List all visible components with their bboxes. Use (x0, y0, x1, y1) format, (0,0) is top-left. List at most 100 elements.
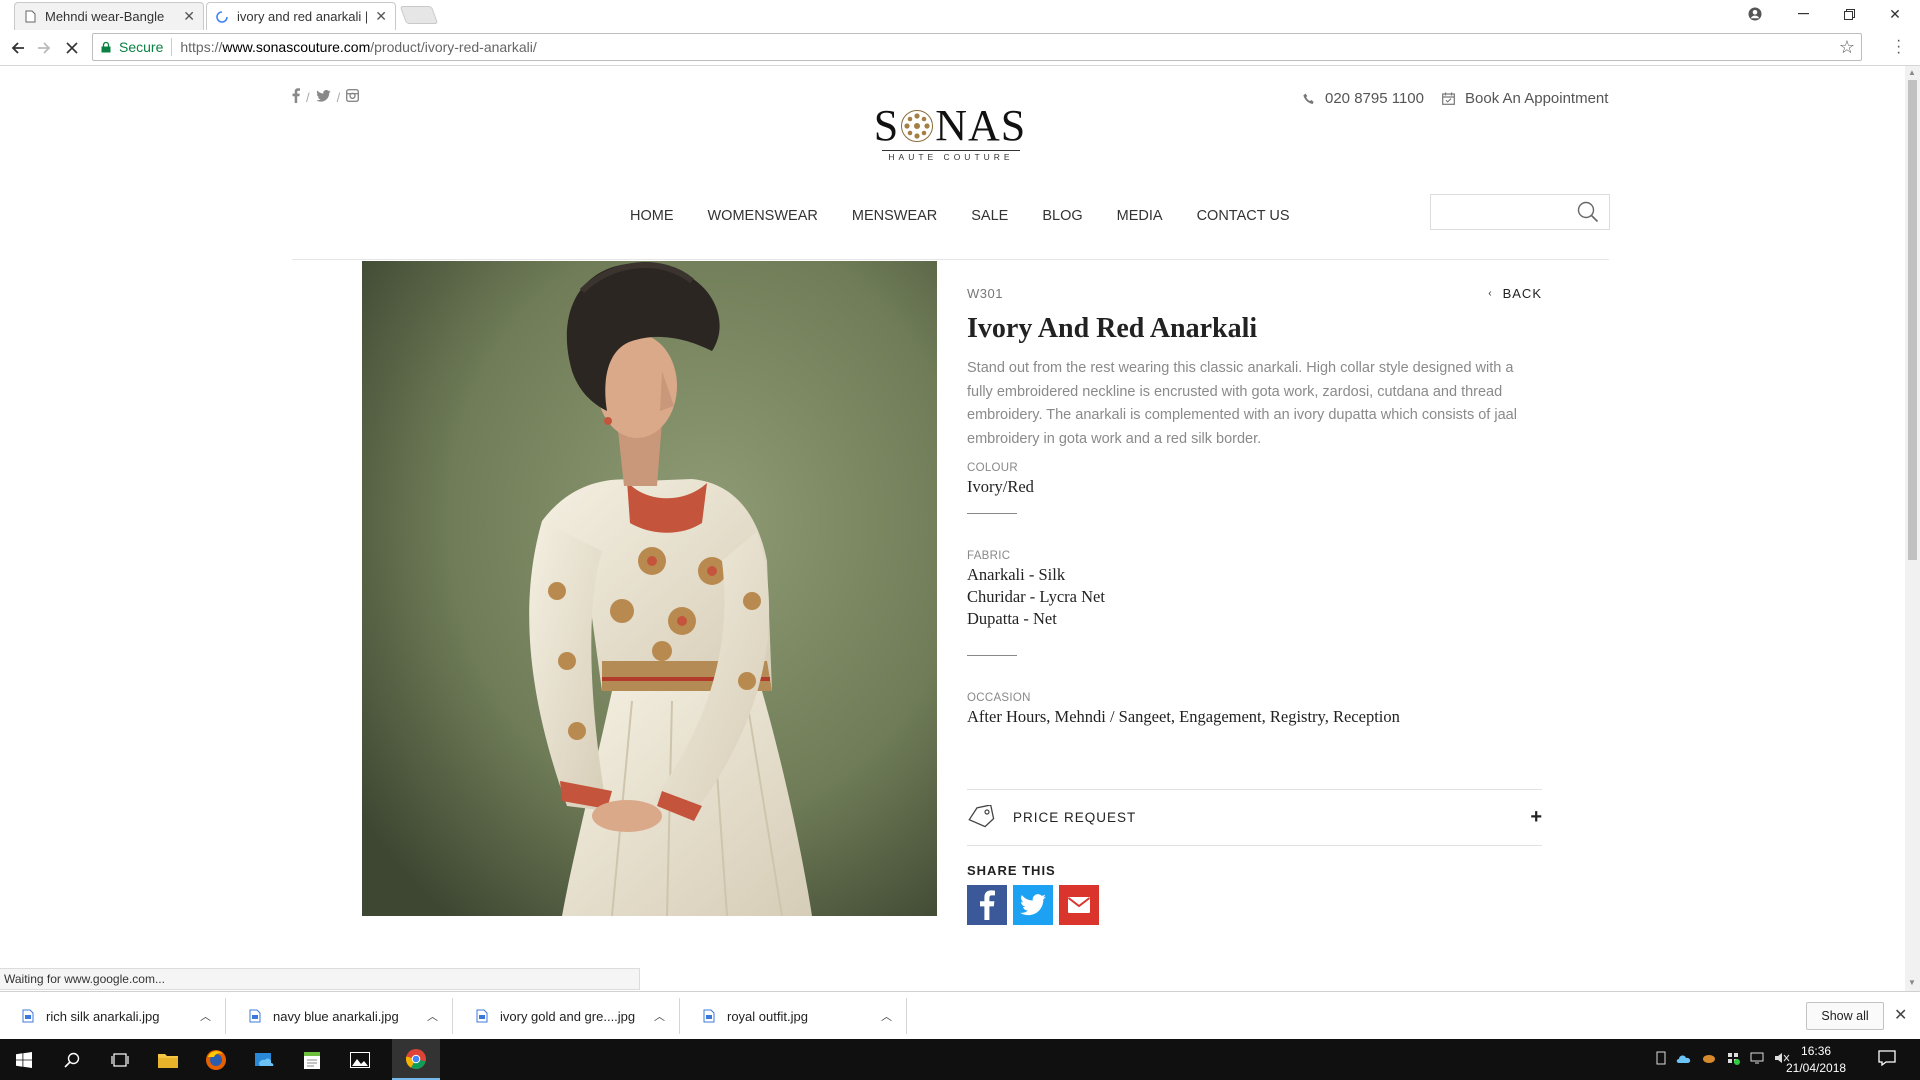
web-page: / / 020 8795 1100 Book An Appointment S (0, 66, 1905, 991)
phone-icon (1303, 93, 1314, 104)
share-twitter-button[interactable] (1013, 885, 1053, 925)
browser-menu-icon[interactable]: · · · (1896, 33, 1901, 61)
book-appointment-link[interactable]: Book An Appointment (1465, 90, 1608, 107)
header-contact: 020 8795 1100 Book An Appointment (1303, 90, 1608, 107)
share-label: SHARE THIS (967, 863, 1056, 878)
image-file-icon (703, 1009, 715, 1023)
windows-start-icon[interactable] (0, 1039, 48, 1080)
scroll-up-icon[interactable]: ▲ (1908, 68, 1916, 77)
minimize-icon[interactable] (1780, 0, 1826, 28)
profile-icon[interactable] (1732, 0, 1778, 28)
nav-sale[interactable]: SALE (971, 208, 1008, 224)
file-explorer-icon[interactable] (144, 1039, 192, 1080)
back-label: BACK (1502, 286, 1542, 301)
security-shield-icon[interactable] (1726, 1051, 1740, 1065)
network-icon[interactable] (1750, 1051, 1764, 1065)
product-sku: W301 (967, 286, 1003, 301)
clock-date: 21/04/2018 (1786, 1061, 1847, 1075)
secure-label: Secure (119, 39, 164, 55)
facebook-icon (980, 890, 995, 920)
omnibox-separator (171, 38, 173, 56)
taskbar-clock[interactable]: 16:36 21/04/2018 (1786, 1043, 1846, 1077)
logo-wordmark: S NAS (873, 101, 1027, 150)
price-tag-icon (968, 805, 995, 828)
nav-menswear[interactable]: MENSWEAR (852, 208, 937, 224)
product-image[interactable] (362, 261, 937, 916)
nav-home[interactable]: HOME (630, 208, 674, 224)
photos-app-icon[interactable] (336, 1039, 384, 1080)
download-item[interactable]: rich silk anarkali.jpg ︿ (0, 998, 226, 1034)
product-description: Stand out from the rest wearing this cla… (967, 360, 1517, 447)
sonas-logo[interactable]: S NAS HAUTE COUTURE (870, 101, 1030, 163)
download-item[interactable]: royal outfit.jpg ︿ (681, 998, 907, 1034)
chevron-left-icon: ‹ (1488, 288, 1493, 299)
chevron-up-icon[interactable]: ︿ (881, 1008, 892, 1024)
instagram-icon[interactable] (346, 88, 360, 106)
logo-emblem-icon (901, 110, 934, 142)
chrome-icon[interactable] (392, 1039, 440, 1080)
search-input[interactable] (1431, 195, 1571, 229)
loading-spinner-icon (215, 10, 229, 24)
new-tab-button[interactable] (399, 6, 439, 24)
close-window-icon[interactable]: ✕ (1872, 0, 1918, 28)
show-all-button[interactable]: Show all (1806, 1002, 1884, 1030)
chevron-up-icon[interactable]: ︿ (427, 1008, 438, 1024)
header-divider (292, 259, 1609, 260)
price-request-toggle[interactable]: PRICE REQUEST + (967, 789, 1542, 845)
browser-tab-mehndi[interactable]: Mehndi wear-Bangle ✕ (14, 2, 204, 30)
colour-value: Ivory/Red (967, 477, 1034, 496)
forward-arrow-icon[interactable] (32, 36, 56, 60)
back-link[interactable]: ‹ BACK (1488, 286, 1542, 301)
app-tray-icon[interactable] (1702, 1051, 1716, 1065)
firefox-icon[interactable] (192, 1039, 240, 1080)
nav-blog[interactable]: BLOG (1042, 208, 1082, 224)
page-scrollbar[interactable]: ▲ ▼ (1905, 66, 1920, 991)
download-item[interactable]: navy blue anarkali.jpg ︿ (227, 998, 453, 1034)
scrollbar-thumb[interactable] (1908, 80, 1917, 560)
phone-number[interactable]: 020 8795 1100 (1325, 90, 1424, 107)
fabric-label: FABRIC (967, 550, 1011, 562)
task-view-icon[interactable] (96, 1039, 144, 1080)
onedrive-icon[interactable] (1676, 1052, 1692, 1064)
status-bubble: Waiting for www.google.com... (0, 968, 640, 990)
close-tab-icon[interactable]: ✕ (375, 8, 387, 25)
secure-indicator[interactable]: Secure (101, 39, 163, 55)
nav-media[interactable]: MEDIA (1117, 208, 1163, 224)
expand-plus-icon: + (1530, 805, 1542, 828)
close-shelf-icon[interactable]: ✕ (1894, 1005, 1907, 1025)
url-scheme: https:// (180, 39, 223, 55)
share-buttons (967, 885, 1099, 925)
chevron-up-icon[interactable]: ︿ (200, 1008, 211, 1024)
back-arrow-icon[interactable] (6, 36, 30, 60)
action-center-icon[interactable] (1878, 1049, 1896, 1072)
download-item[interactable]: ivory gold and gre....jpg ︿ (454, 998, 680, 1034)
search-icon[interactable] (48, 1039, 96, 1080)
url-host: www.sonascouture.com (222, 39, 371, 55)
chevron-up-icon[interactable]: ︿ (654, 1008, 665, 1024)
twitter-icon[interactable] (315, 89, 331, 106)
stop-loading-icon[interactable] (60, 36, 84, 60)
bookmark-star-icon[interactable]: ☆ (1839, 37, 1855, 58)
search-icon[interactable] (1577, 201, 1599, 223)
section-divider (967, 845, 1542, 846)
restore-icon[interactable] (1826, 0, 1872, 28)
scroll-down-icon[interactable]: ▼ (1908, 978, 1916, 987)
occasion-label: OCCASION (967, 692, 1031, 704)
onedrive-app-icon[interactable] (240, 1039, 288, 1080)
nav-womenswear[interactable]: WOMENSWEAR (708, 208, 818, 224)
share-facebook-button[interactable] (967, 885, 1007, 925)
url-text[interactable]: https://www.sonascouture.com/product/ivo… (180, 39, 536, 55)
close-tab-icon[interactable]: ✕ (183, 8, 195, 25)
browser-tab-anarkali[interactable]: ivory and red anarkali | So ✕ (206, 2, 396, 30)
system-tray (1656, 1051, 1790, 1065)
product-title: Ivory And Red Anarkali (967, 313, 1258, 344)
tab-title: Mehndi wear-Bangle (45, 9, 165, 24)
url-path: /product/ivory-red-anarkali/ (370, 39, 537, 55)
share-email-button[interactable] (1059, 885, 1099, 925)
notepad-app-icon[interactable] (288, 1039, 336, 1080)
facebook-icon[interactable] (292, 88, 300, 107)
address-bar[interactable]: Secure https://www.sonascouture.com/prod… (92, 33, 1862, 61)
browser-toolbar: Secure https://www.sonascouture.com/prod… (0, 30, 1920, 66)
device-icon[interactable] (1656, 1051, 1666, 1065)
nav-contact-us[interactable]: CONTACT US (1197, 208, 1290, 224)
